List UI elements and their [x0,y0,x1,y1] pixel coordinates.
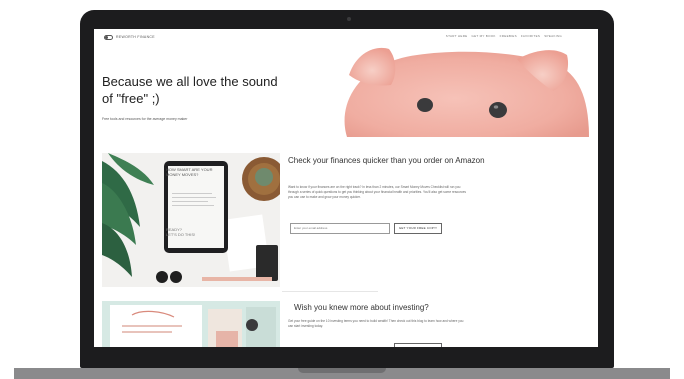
laptop-mockup: REWORTH FINANCE Start here Get my book F… [0,0,684,379]
investing-title: Wish you knew more about investing? [294,303,429,312]
get-free-copy-button[interactable]: GET YOUR FREE COPY! [394,223,442,234]
site-logo[interactable]: REWORTH FINANCE [104,33,155,41]
piggy-bank-image [344,47,589,137]
hero-banner: Because we all love the sound of "free" … [94,45,598,137]
tablet-heading: HOW SMART ARE YOUR MONEY MOVES? [166,167,213,177]
nav-item-favorites[interactable]: Favorites [521,34,540,38]
investing-section: Wish you knew more about investing? Get … [94,295,598,347]
camera-dot [347,17,351,21]
hero-title-line1: Because we all love the sound [102,74,278,89]
investing-guide-photo [102,301,280,347]
website-screen: REWORTH FINANCE Start here Get my book F… [94,29,598,347]
hero-title: Because we all love the sound of "free" … [102,73,292,107]
nav-item-freebies[interactable]: Freebies [500,34,517,38]
investing-description: Get your free guide on the 10 investing … [288,319,464,328]
section-divider [282,291,378,292]
checklist-description: Want to know if your finances are on the… [288,185,466,199]
checklist-title: Check your finances quicker than you ord… [288,156,485,165]
top-navigation: REWORTH FINANCE Start here Get my book F… [94,29,598,45]
pig-eye-left [417,98,433,112]
nav-item-get-my-book[interactable]: Get my book [471,34,495,38]
nav-item-start-here[interactable]: Start here [446,34,468,38]
nav-item-speaking[interactable]: Speaking [544,34,562,38]
tablet-footer: READY? LET'S DO THIS! [166,227,214,237]
pig-eye-right [489,102,507,118]
checklist-section: HOW SMART ARE YOUR MONEY MOVES? READY? L… [94,137,598,287]
hero-title-line2: of "free" ;) [102,91,160,106]
nav-menu: Start here Get my book Freebies Favorite… [446,34,562,38]
tablet-footer-line2: LET'S DO THIS! [166,232,196,237]
hero-subtitle: Free tools and resources for the average… [102,117,188,121]
investing-guide-button[interactable] [394,343,442,347]
logo-text: REWORTH FINANCE [116,35,155,39]
toggle-logo-icon [104,34,113,40]
email-field[interactable]: Enter your email address [290,223,390,234]
laptop-base-notch [298,368,386,373]
